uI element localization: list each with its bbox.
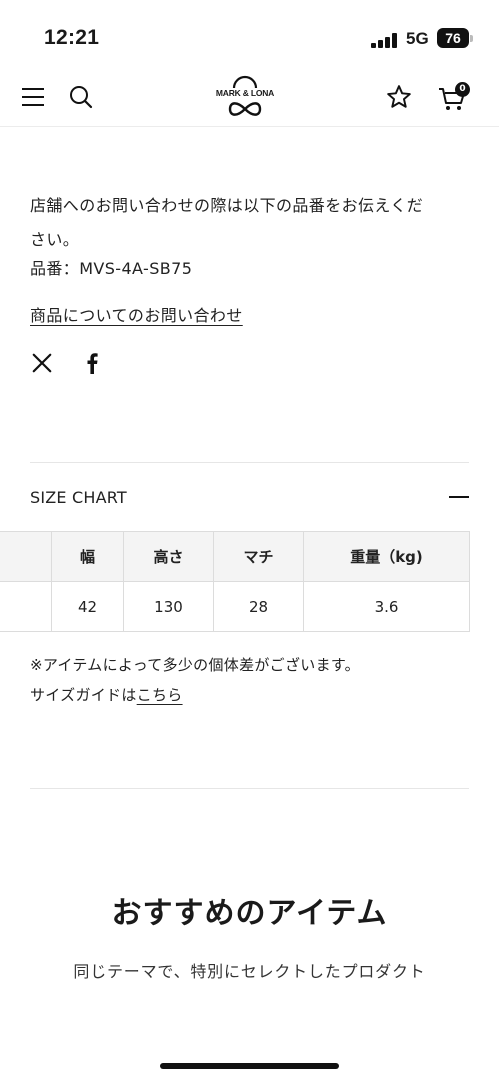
logo-text: MARK & LONA [215, 88, 275, 98]
home-indicator[interactable] [160, 1063, 339, 1069]
size-guide-prefix: サイズガイドは [30, 686, 137, 704]
table-header-row: 幅 高さ マチ 重量（kg) [0, 531, 470, 582]
individual-difference-note: ※アイテムによって多少の個体差がございます。 [30, 656, 360, 674]
battery-icon: 76 [437, 28, 469, 48]
section-divider [30, 788, 469, 789]
inquiry-text-line2: さい。 [30, 230, 80, 249]
logo-arc-icon [232, 75, 258, 89]
x-share-icon[interactable] [31, 352, 53, 374]
facebook-share-icon[interactable] [84, 352, 100, 374]
table-header-cell: 幅 [51, 531, 124, 582]
table-cell: 28 [213, 581, 304, 632]
menu-icon[interactable] [22, 87, 44, 107]
table-cell: 42 [51, 581, 124, 632]
network-type: 5G [406, 29, 429, 48]
table-cell: 3.6 [303, 581, 470, 632]
size-chart-table: 幅 高さ マチ 重量（kg) 42 130 28 3.6 [0, 531, 470, 632]
product-inquiry-link[interactable]: 商品についてのお問い合わせ [30, 302, 243, 326]
logo-bow-icon [228, 102, 262, 116]
search-icon[interactable] [69, 85, 93, 109]
recommend-title: おすすめのアイテム [111, 896, 388, 931]
table-cell [0, 581, 52, 632]
site-header: MARK & LONA [0, 70, 499, 127]
section-divider [30, 462, 469, 463]
star-icon[interactable] [386, 84, 412, 110]
collapse-minus-icon[interactable] [449, 496, 469, 498]
battery-tip [470, 35, 473, 42]
table-row: 42 130 28 3.6 [0, 581, 470, 632]
signal-icon [371, 33, 401, 48]
status-bar: 12:21 5G 76 [0, 0, 499, 70]
product-code: 品番：MVS-4A-SB75 [30, 259, 193, 278]
table-header-cell [0, 531, 52, 582]
inquiry-text-line1: 店舗へのお問い合わせの際は以下の品番をお伝えくだ [30, 196, 424, 215]
cart-count-badge: 0 [455, 82, 470, 97]
size-guide-line: サイズガイドはこちら [30, 684, 183, 705]
table-header-cell: 高さ [123, 531, 214, 582]
brand-logo[interactable]: MARK & LONA [207, 74, 283, 122]
recommend-subtitle: 同じテーマで、特別にセレクトしたプロダクト [73, 962, 426, 981]
status-time: 12:21 [44, 26, 100, 49]
table-header-cell: マチ [213, 531, 304, 582]
table-header-cell: 重量（kg) [303, 531, 470, 582]
table-cell: 130 [123, 581, 214, 632]
size-guide-link[interactable]: こちら [137, 686, 183, 704]
size-chart-title[interactable]: SIZE CHART [30, 488, 127, 507]
